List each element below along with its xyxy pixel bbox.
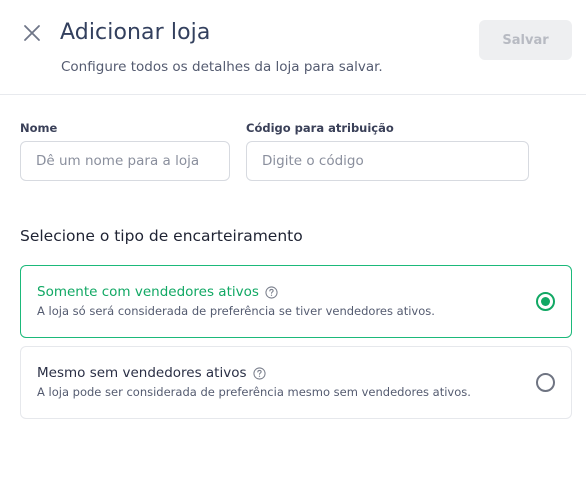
- option-title-text: Somente com vendedores ativos: [37, 284, 259, 300]
- close-button[interactable]: [20, 21, 44, 45]
- name-input[interactable]: [20, 141, 230, 181]
- help-circle-icon[interactable]: [252, 366, 266, 380]
- option-description: A loja pode ser considerada de preferênc…: [37, 385, 471, 399]
- radio-selected[interactable]: [536, 292, 555, 311]
- page-subtitle: Configure todos os detalhes da loja para…: [61, 59, 383, 75]
- code-label: Código para atribuição: [246, 121, 394, 135]
- help-circle-icon[interactable]: [265, 285, 278, 299]
- option-only-active-sellers[interactable]: Somente com vendedores ativos A loja só …: [20, 265, 572, 338]
- close-icon: [24, 25, 40, 41]
- radio-dot: [541, 297, 550, 306]
- option-title-text: Mesmo sem vendedores ativos: [37, 365, 247, 381]
- radio-unselected[interactable]: [536, 373, 555, 392]
- page-title: Adicionar loja: [60, 20, 211, 45]
- code-input[interactable]: [246, 141, 529, 181]
- modal-header: Adicionar loja Configure todos os detalh…: [0, 0, 586, 95]
- save-button[interactable]: Salvar: [479, 20, 572, 60]
- option-title: Somente com vendedores ativos: [37, 284, 278, 300]
- section-title: Selecione o tipo de encarteiramento: [20, 227, 303, 245]
- option-description: A loja só será considerada de preferênci…: [37, 304, 435, 318]
- name-label: Nome: [20, 121, 58, 135]
- option-even-without-active-sellers[interactable]: Mesmo sem vendedores ativos A loja pode …: [20, 346, 572, 419]
- option-title: Mesmo sem vendedores ativos: [37, 365, 266, 381]
